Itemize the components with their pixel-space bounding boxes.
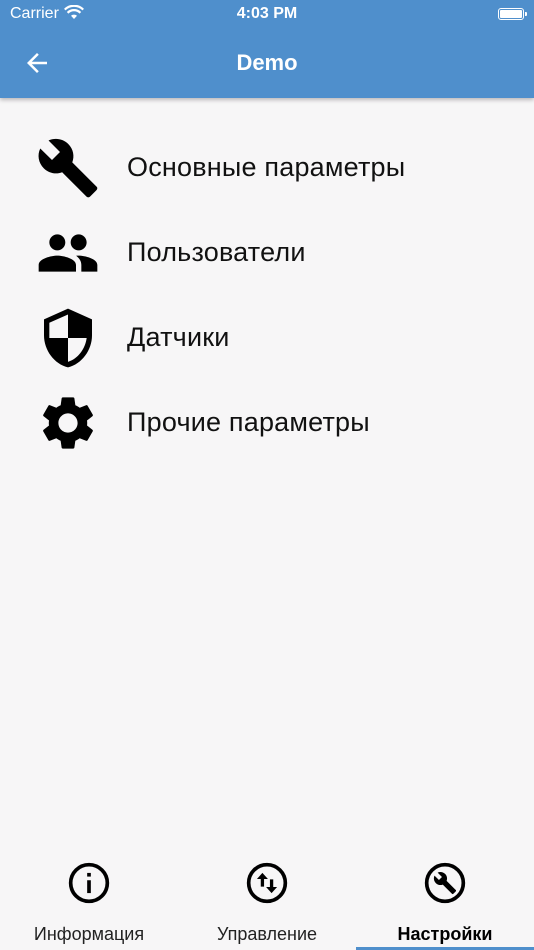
page-title: Demo	[236, 50, 298, 75]
build-icon	[423, 861, 467, 905]
tab-information[interactable]: Информация	[0, 846, 178, 950]
menu-item-sensors[interactable]: Датчики	[0, 295, 534, 380]
shield-icon	[36, 306, 100, 370]
clock: 4:03 PM	[236, 5, 298, 22]
menu-item-basic-settings[interactable]: Основные параметры	[0, 125, 534, 210]
battery-icon	[498, 8, 527, 20]
info-icon	[67, 861, 111, 905]
app-bar: Carrier 4:03 PM Demo	[0, 0, 534, 98]
tab-control[interactable]: Управление	[178, 846, 356, 950]
status-bar: Carrier 4:03 PM	[0, 0, 534, 28]
settings-menu: Основные параметры Пользователи Датчики …	[0, 125, 534, 465]
bottom-tab-bar: Информация Управление Настройки	[0, 846, 534, 950]
gear-icon	[36, 391, 100, 455]
swap-vert-icon	[245, 861, 289, 905]
menu-item-users[interactable]: Пользователи	[0, 210, 534, 295]
tab-label: Информация	[33, 924, 145, 944]
menu-item-label: Основные параметры	[127, 152, 406, 182]
people-icon	[36, 221, 100, 285]
tab-label: Управление	[216, 924, 318, 944]
tab-settings[interactable]: Настройки	[356, 846, 534, 950]
menu-item-label: Датчики	[127, 322, 230, 352]
menu-item-label: Прочие параметры	[127, 407, 370, 437]
tab-label: Настройки	[397, 924, 493, 944]
wrench-icon	[36, 136, 100, 200]
menu-item-label: Пользователи	[127, 237, 306, 267]
menu-item-other-settings[interactable]: Прочие параметры	[0, 380, 534, 465]
